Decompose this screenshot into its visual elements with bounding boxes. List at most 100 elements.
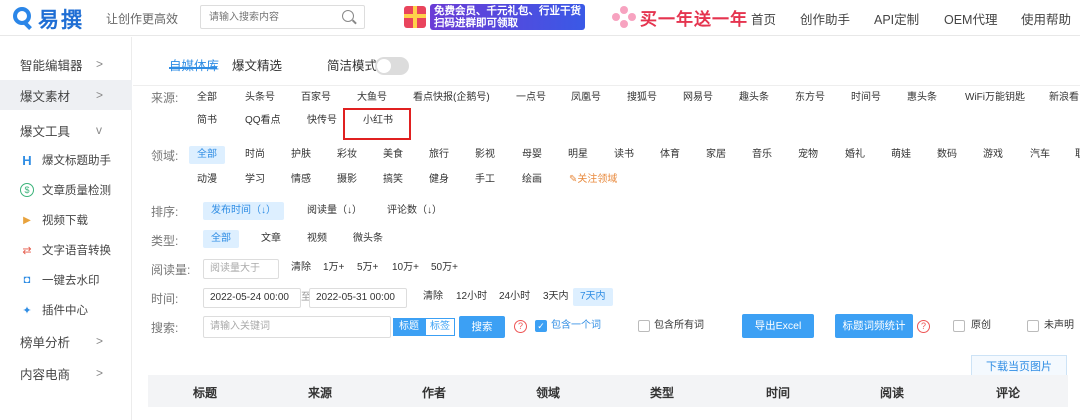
source-option[interactable]: 全部 [197, 89, 217, 107]
time-option[interactable]: 3天内 [543, 288, 569, 306]
domain-option[interactable]: 时尚 [245, 146, 265, 164]
undeclared-checkbox[interactable] [1027, 320, 1039, 332]
source-option[interactable]: 看点快报(企鹅号) [413, 89, 490, 107]
source-option[interactable]: 大鱼号 [357, 89, 387, 107]
source-option[interactable]: 头条号 [245, 89, 275, 107]
domain-option[interactable]: 影视 [475, 146, 495, 164]
nav-api[interactable]: API定制 [874, 9, 919, 28]
search-button[interactable]: 搜索 [459, 316, 505, 338]
tab-hot-picks[interactable]: 爆文精选 [232, 55, 282, 74]
column-domain[interactable]: 领域 [536, 384, 560, 401]
time-start-input[interactable]: 2022-05-24 00:00 [203, 288, 301, 308]
sidebar-item-rankings[interactable]: 榜单分析 > [0, 326, 132, 356]
domain-option[interactable]: 全部 [189, 146, 225, 164]
domain-option[interactable]: 宠物 [798, 146, 818, 164]
domain-option[interactable]: 摄影 [337, 171, 357, 189]
domain-option[interactable]: 萌娃 [891, 146, 911, 164]
domain-option[interactable]: 绘画 [522, 171, 542, 189]
domain-option[interactable]: 数码 [937, 146, 957, 164]
sidebar-tool-quality-check[interactable]: $ 文章质量检测 [0, 175, 132, 205]
source-option[interactable]: 网易号 [683, 89, 713, 107]
nav-writing-assistant[interactable]: 创作助手 [800, 9, 850, 28]
nav-help[interactable]: 使用帮助 [1021, 9, 1071, 28]
domain-option[interactable]: 母婴 [522, 146, 542, 164]
contains-one-checkbox[interactable]: ✓ [535, 320, 547, 332]
domain-option[interactable]: 汽车 [1030, 146, 1050, 164]
source-option[interactable]: 百家号 [301, 89, 331, 107]
help-icon[interactable]: ? [514, 320, 527, 333]
column-time[interactable]: 时间 [766, 384, 790, 401]
reads-option[interactable]: 5万+ [357, 259, 378, 277]
time-option-7days[interactable]: 7天内 [573, 288, 613, 306]
domain-option[interactable]: 美食 [383, 146, 403, 164]
sidebar-item-tools[interactable]: 爆文工具 v [0, 115, 132, 145]
domain-option[interactable]: 动漫 [197, 171, 217, 189]
sidebar-item-ecommerce[interactable]: 内容电商 > [0, 358, 132, 388]
domain-option[interactable]: 护肤 [291, 146, 311, 164]
help-icon[interactable]: ? [917, 320, 930, 333]
search-box[interactable] [200, 5, 365, 29]
source-option[interactable]: QQ看点 [245, 112, 281, 130]
simple-mode-toggle[interactable] [375, 57, 409, 75]
source-option[interactable]: 东方号 [795, 89, 825, 107]
time-option[interactable]: 12小时 [456, 288, 487, 306]
time-option[interactable]: 24小时 [499, 288, 530, 306]
domain-option[interactable]: 搞笑 [383, 171, 403, 189]
type-option[interactable]: 全部 [203, 230, 239, 248]
sidebar-tool-remove-watermark[interactable]: ◘ 一键去水印 [0, 265, 132, 295]
reads-min-input[interactable]: 阅读量大于 [203, 259, 279, 279]
source-option[interactable]: 时间号 [851, 89, 881, 107]
domain-option[interactable]: 游戏 [983, 146, 1003, 164]
sort-comments[interactable]: 评论数（↓） [387, 202, 442, 220]
domain-option[interactable]: 音乐 [752, 146, 772, 164]
original-checkbox[interactable] [953, 320, 965, 332]
column-comments[interactable]: 评论 [996, 384, 1020, 401]
domain-option[interactable]: 家居 [706, 146, 726, 164]
domain-option[interactable]: 健身 [429, 171, 449, 189]
title-frequency-button[interactable]: 标题词频统计 [835, 314, 913, 338]
domain-option[interactable]: 手工 [475, 171, 495, 189]
contains-all-checkbox[interactable] [638, 320, 650, 332]
sort-publish-time[interactable]: 发布时间（↓） [203, 202, 284, 220]
domain-option[interactable]: 彩妆 [337, 146, 357, 164]
source-option[interactable]: 新浪看 [1049, 89, 1079, 107]
download-page-images-button[interactable]: 下载当页图片 [971, 355, 1067, 377]
source-option[interactable]: 惠头条 [907, 89, 937, 107]
domain-option[interactable]: 婚礼 [845, 146, 865, 164]
reads-clear[interactable]: 清除 [291, 259, 311, 277]
domain-option[interactable]: 明星 [568, 146, 588, 164]
domain-option[interactable]: 学习 [245, 171, 265, 189]
domain-option[interactable]: 职 [1075, 146, 1080, 164]
column-type[interactable]: 类型 [650, 384, 674, 401]
type-option[interactable]: 微头条 [353, 230, 383, 248]
domain-option[interactable]: 旅行 [429, 146, 449, 164]
sidebar-tool-plugin-center[interactable]: ✦ 插件中心 [0, 295, 132, 325]
search-input[interactable] [201, 6, 331, 28]
reads-option[interactable]: 1万+ [323, 259, 344, 277]
type-option[interactable]: 视频 [307, 230, 327, 248]
source-option[interactable]: 一点号 [516, 89, 546, 107]
logo[interactable]: 易撰 [12, 4, 84, 34]
column-title[interactable]: 标题 [193, 384, 217, 401]
source-option[interactable]: 趣头条 [739, 89, 769, 107]
search-icon[interactable] [342, 10, 354, 22]
reads-option[interactable]: 50万+ [431, 259, 458, 277]
domain-option[interactable]: 体育 [660, 146, 680, 164]
keyword-input[interactable]: 请输入关键词 [203, 316, 391, 338]
column-reads[interactable]: 阅读 [880, 384, 904, 401]
sidebar-item-materials[interactable]: 爆文素材 > [0, 80, 132, 110]
column-author[interactable]: 作者 [422, 384, 446, 401]
reads-option[interactable]: 10万+ [392, 259, 419, 277]
nav-oem[interactable]: OEM代理 [944, 9, 997, 28]
promo-banner-gift[interactable]: 免费会员、千元礼包、行业干货 扫码进群即可领取 [404, 3, 585, 31]
domain-option[interactable]: 读书 [614, 146, 634, 164]
promo-banner-year[interactable]: 买一年送一年 [612, 3, 748, 31]
time-end-input[interactable]: 2022-05-31 00:00 [309, 288, 407, 308]
tab-media-library[interactable]: 自媒体库 [169, 55, 219, 74]
sidebar-item-editor[interactable]: 智能编辑器 > [0, 49, 132, 79]
sidebar-tool-title-helper[interactable]: H 爆文标题助手 [0, 145, 132, 175]
source-option[interactable]: WiFi万能钥匙 [965, 89, 1025, 107]
follow-domain-link[interactable]: ✎关注领域 [569, 171, 617, 189]
search-scope-tag[interactable]: 标签 [425, 318, 455, 336]
domain-option[interactable]: 情感 [291, 171, 311, 189]
